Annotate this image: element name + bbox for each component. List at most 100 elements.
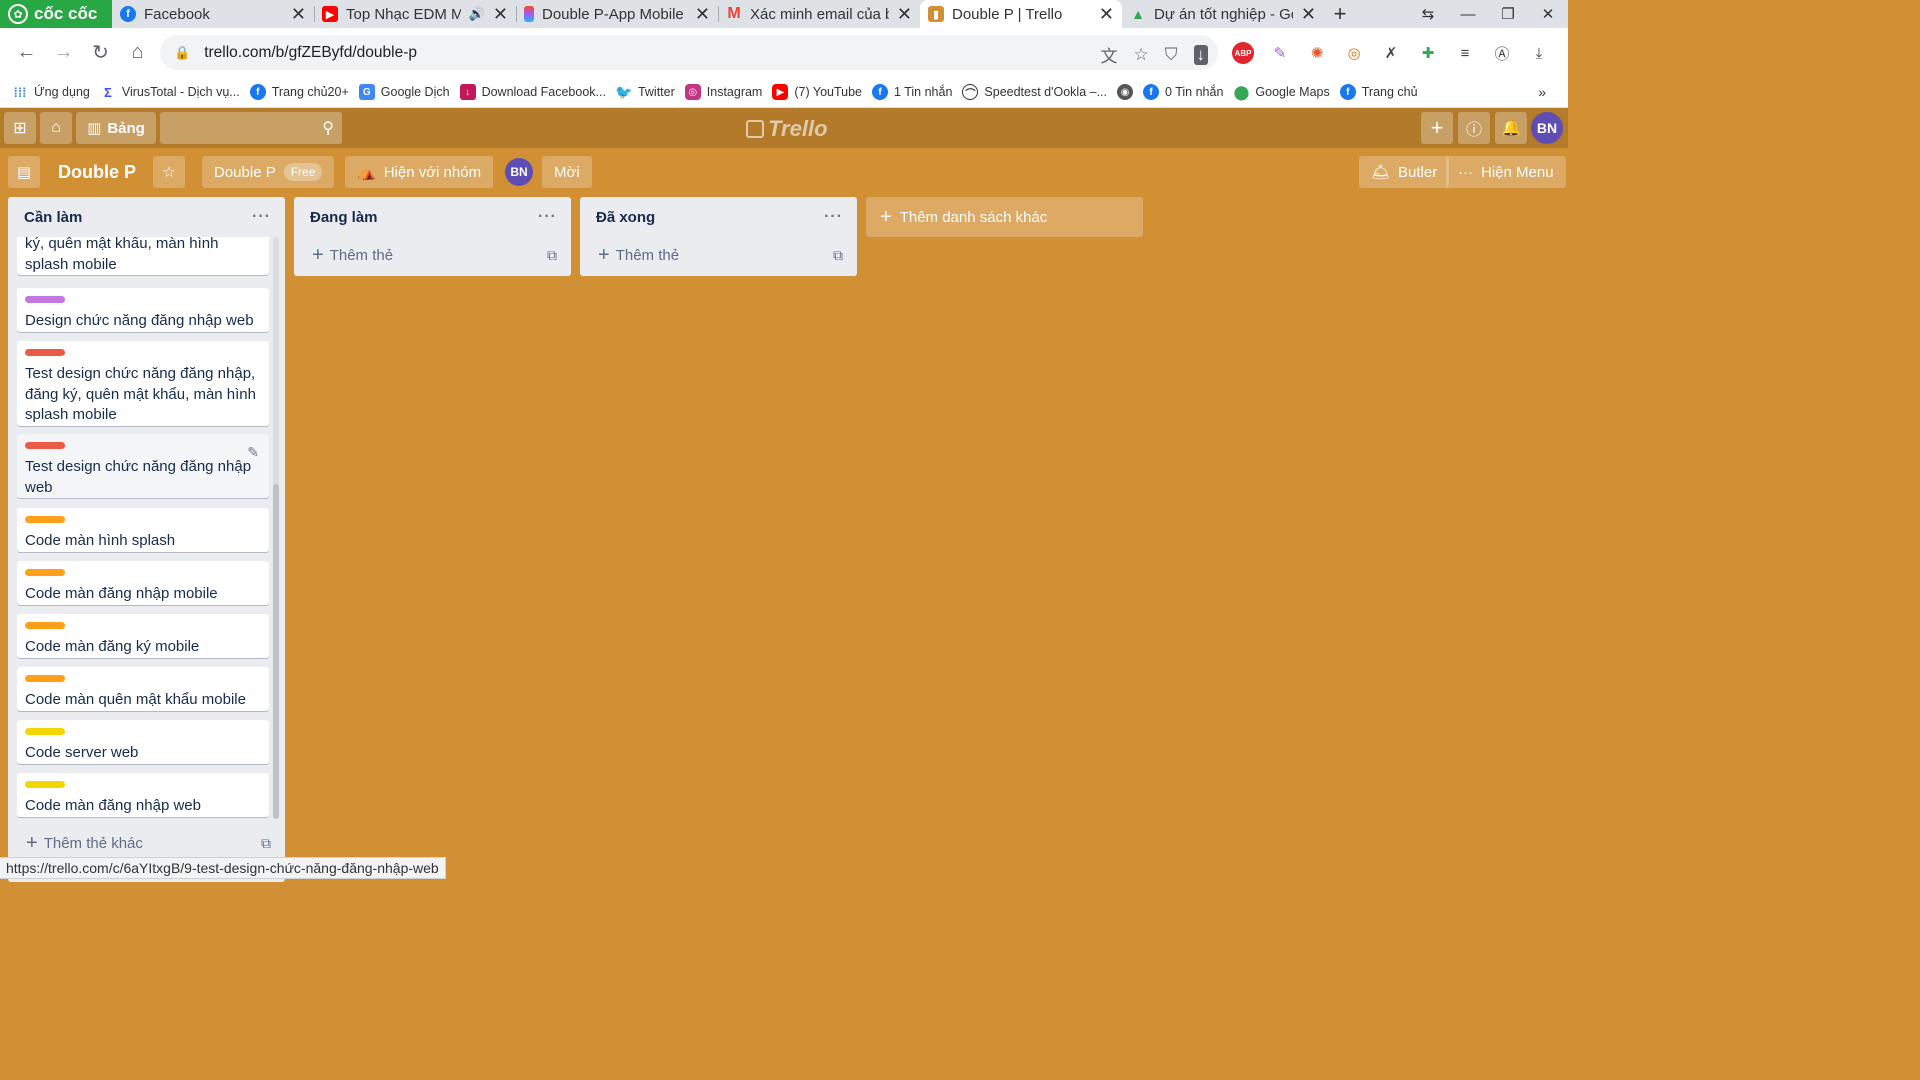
crab-icon[interactable]: ✺ xyxy=(1306,42,1328,64)
shield-icon[interactable]: ⛉ xyxy=(1165,45,1178,65)
bookmark-apps[interactable]: ⁞⁞⁞ Ứng dụng xyxy=(12,84,90,100)
search-input[interactable]: ⚲ xyxy=(160,112,342,144)
scrollbar-thumb[interactable] xyxy=(273,484,279,819)
close-icon[interactable]: ✕ xyxy=(897,4,912,25)
bookmark-star-icon[interactable]: ☆ xyxy=(1134,45,1149,65)
create-button[interactable]: + xyxy=(1421,112,1453,144)
tab-google-drive[interactable]: ▲ Dự án tốt nghiệp - Goo ✕ xyxy=(1122,0,1324,28)
butler-button[interactable]: 🛎 Butler xyxy=(1359,156,1450,188)
puzzle-icon[interactable]: ✚ xyxy=(1417,42,1439,64)
lock-icon[interactable]: 🔒 xyxy=(174,45,190,61)
tab-trello[interactable]: ▮ Double P | Trello ✕ xyxy=(920,0,1122,28)
bookmark-instagram[interactable]: ◎ Instagram xyxy=(684,84,762,100)
bookmark-download-facebook[interactable]: ↓ Download Facebook... xyxy=(459,84,606,100)
team-button[interactable]: Double P Free xyxy=(202,156,335,188)
new-tab-button[interactable]: + xyxy=(1324,0,1356,28)
list-menu-icon[interactable]: ··· xyxy=(824,208,843,226)
notifications-button[interactable]: 🔔 xyxy=(1495,112,1527,144)
card-template-icon[interactable]: ⧉ xyxy=(547,247,557,264)
show-menu-button[interactable]: ··· Hiện Menu xyxy=(1446,156,1566,188)
close-icon[interactable]: ✕ xyxy=(695,4,710,25)
card[interactable]: Code màn hình splash xyxy=(17,508,269,552)
download-icon[interactable]: ↓ xyxy=(1193,44,1208,65)
close-icon[interactable]: ✕ xyxy=(1099,4,1114,25)
card[interactable]: Test design chức năng đăng nhập, đăng ký… xyxy=(17,341,269,426)
bookmark-youtube[interactable]: ▶ (7) YouTube xyxy=(772,84,862,100)
x-ext-icon[interactable]: ✗ xyxy=(1380,42,1402,64)
close-icon[interactable]: ✕ xyxy=(291,4,306,25)
home-button[interactable]: ⌂ xyxy=(40,112,72,144)
board-switcher-button[interactable]: ▤ xyxy=(8,156,40,188)
card[interactable]: Design chức năng đăng nhập web xyxy=(17,288,269,332)
minimize-icon[interactable]: — xyxy=(1448,6,1488,23)
coccoc-menu-button[interactable]: ✿ cốc cốc xyxy=(0,0,112,28)
downloads-icon[interactable]: ⤓ xyxy=(1528,42,1550,64)
close-icon[interactable]: ✕ xyxy=(493,4,508,25)
bookmark-twitter[interactable]: 🐦 Twitter xyxy=(615,84,675,100)
tab-facebook[interactable]: f Facebook ✕ xyxy=(112,0,314,28)
visibility-button[interactable]: ⛺ Hiện với nhóm xyxy=(345,156,494,188)
add-card-button[interactable]: + Thêm thẻ ⧉ xyxy=(580,237,857,273)
card-template-icon[interactable]: ⧉ xyxy=(833,247,843,264)
add-card-button[interactable]: + Thêm thẻ khác ⧉ xyxy=(8,825,285,861)
boards-button[interactable]: ▥ Bảng xyxy=(76,112,156,144)
tab-figma[interactable]: Double P-App Mobile ✕ xyxy=(516,0,718,28)
add-list-button[interactable]: + Thêm danh sách khác xyxy=(866,197,1143,237)
list-menu-icon[interactable]: ··· xyxy=(252,208,271,226)
user-avatar[interactable]: BN xyxy=(1531,112,1563,144)
apps-switcher-button[interactable]: ⊞ xyxy=(4,112,36,144)
card[interactable]: Code màn quên mật khẩu mobile xyxy=(17,667,269,711)
bookmark-facebook-messages-1[interactable]: f 1 Tin nhắn xyxy=(872,84,952,100)
member-avatar[interactable]: BN xyxy=(505,158,533,186)
info-button[interactable]: ⓘ xyxy=(1458,112,1490,144)
pencil-icon[interactable]: ✎ xyxy=(247,442,259,463)
card[interactable]: ký, quên mật khẩu, màn hình splash mobil… xyxy=(17,237,269,275)
speaker-icon[interactable]: 🔊 xyxy=(469,6,485,22)
tab-search-icon[interactable]: ⇆ xyxy=(1408,5,1448,23)
close-window-icon[interactable]: ✕ xyxy=(1528,5,1568,23)
forward-icon[interactable]: → xyxy=(45,41,82,64)
trello-logo[interactable]: Trello xyxy=(746,116,828,142)
adblock-icon[interactable]: ABP xyxy=(1232,42,1254,64)
reload-icon[interactable]: ↻ xyxy=(82,40,119,65)
card-hovered[interactable]: Test design chức năng đăng nhập web ✎ xyxy=(17,434,269,498)
card[interactable]: Code màn đăng nhập web xyxy=(17,773,269,817)
plus-icon: + xyxy=(598,243,610,266)
invite-button[interactable]: Mời xyxy=(542,156,592,188)
bookmark-google-maps[interactable]: ⬤ Google Maps xyxy=(1233,84,1330,100)
close-icon[interactable]: ✕ xyxy=(1301,4,1316,25)
address-bar[interactable]: 🔒 trello.com/b/gfZEByfd/double-p 文 ☆ ⛉ ↓ xyxy=(160,35,1218,70)
bookmark-globe[interactable]: ◉ xyxy=(1117,84,1134,100)
bookmark-facebook-home[interactable]: f Trang chủ20+ xyxy=(249,84,349,100)
list-header[interactable]: Cần làm ··· xyxy=(8,197,285,237)
bookmark-label: Ứng dụng xyxy=(34,85,90,99)
restore-icon[interactable]: ❐ xyxy=(1488,5,1528,23)
translate-icon[interactable]: 文 xyxy=(1101,42,1118,67)
more-bookmarks-icon[interactable]: » xyxy=(1538,84,1546,100)
bookmark-facebook-home-2[interactable]: f Trang chủ xyxy=(1339,84,1418,100)
visibility-label: Hiện với nhóm xyxy=(383,163,482,181)
back-icon[interactable]: ← xyxy=(8,41,45,64)
circle-ext-icon[interactable]: ◎ xyxy=(1343,42,1365,64)
card-template-icon[interactable]: ⧉ xyxy=(261,835,271,852)
list-header[interactable]: Đang làm ··· xyxy=(294,197,571,237)
bookmark-facebook-messages-0[interactable]: f 0 Tin nhắn xyxy=(1143,84,1223,100)
tab-gmail[interactable]: M Xác minh email của bạ ✕ xyxy=(718,0,920,28)
star-board-button[interactable]: ☆ xyxy=(153,156,185,188)
board-title[interactable]: Double P xyxy=(48,156,146,188)
list-menu-icon[interactable]: ··· xyxy=(538,208,557,226)
home-icon[interactable]: ⌂ xyxy=(119,41,156,64)
card[interactable]: Code màn đăng ký mobile xyxy=(17,614,269,658)
list-header[interactable]: Đã xong ··· xyxy=(580,197,857,237)
card[interactable]: Code màn đăng nhập mobile xyxy=(17,561,269,605)
card[interactable]: Code server web xyxy=(17,720,269,764)
bookmark-virustotal[interactable]: Σ VirusTotal - Dịch vụ... xyxy=(100,84,240,100)
bookmark-speedtest[interactable]: ⌒ Speedtest d'Ookla –... xyxy=(962,84,1107,100)
pen-icon[interactable]: ✎ xyxy=(1269,42,1291,64)
bookmark-google-translate[interactable]: G Google Dịch xyxy=(358,84,450,100)
list-scrollbar[interactable] xyxy=(273,237,279,819)
add-card-button[interactable]: + Thêm thẻ ⧉ xyxy=(294,237,571,273)
tab-youtube-edm[interactable]: ▶ Top Nhạc EDM Mix 🔊 ✕ xyxy=(314,0,516,28)
avengers-icon[interactable]: Ⓐ xyxy=(1491,42,1513,64)
playlist-icon[interactable]: ≡ xyxy=(1454,42,1476,64)
